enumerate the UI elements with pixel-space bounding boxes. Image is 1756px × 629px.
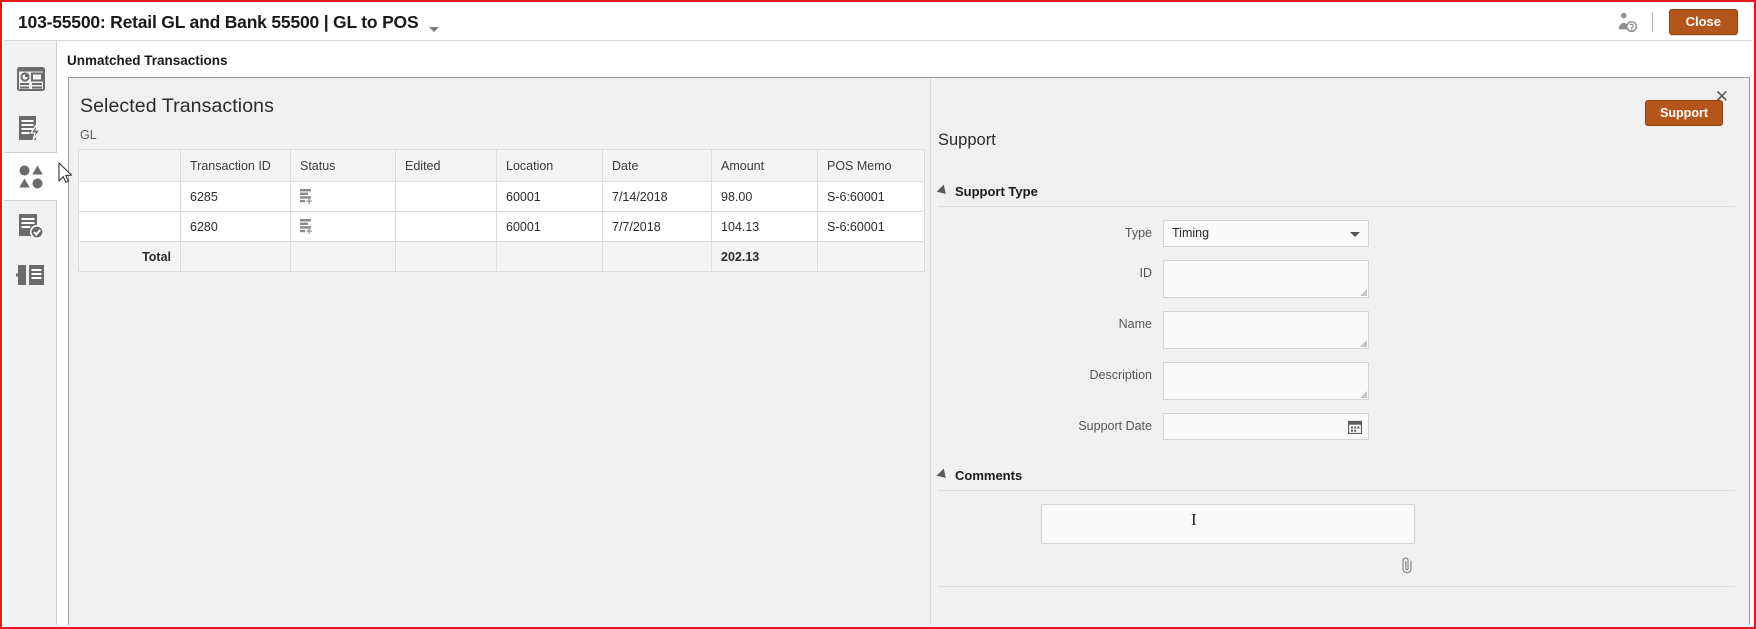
section-heading: Unmatched Transactions (67, 53, 228, 68)
table-row[interactable]: 6285 60001 7/14/2018 98.00 S-6:60001 (78, 181, 925, 212)
dashboard-icon (16, 66, 45, 91)
comments-toolbar (931, 557, 1415, 574)
selected-transactions-dialog: Selected Transactions GL Transaction ID … (68, 77, 1750, 625)
total-blank-status (290, 241, 396, 272)
total-blank-date (602, 241, 712, 272)
collapse-triangle-icon[interactable] (936, 184, 950, 197)
form-row-type: Type Timing (931, 220, 1749, 247)
table-row[interactable]: 6280 60001 7/7/2018 104.13 S-6:60001 (78, 211, 925, 242)
col-transaction-id[interactable]: Transaction ID (180, 149, 291, 182)
col-pos-memo[interactable]: POS Memo (817, 149, 925, 182)
list-detail-icon (15, 264, 44, 285)
description-label: Description (1089, 368, 1152, 382)
dialog-title: Selected Transactions (80, 95, 274, 117)
name-label: Name (1118, 317, 1152, 331)
transactions-table: Transaction ID Status Edited Location Da… (78, 149, 925, 272)
page-frame: 103-55500: Retail GL and Bank 55500 | GL… (0, 0, 1756, 629)
source-label: GL (80, 128, 97, 142)
cell-edited (395, 211, 497, 242)
sidebar-item-dashboard[interactable] (4, 54, 57, 103)
col-amount[interactable]: Amount (711, 149, 818, 182)
col-location[interactable]: Location (496, 149, 603, 182)
app-header: 103-55500: Retail GL and Bank 55500 | GL… (4, 4, 1752, 41)
id-label: ID (1139, 266, 1153, 280)
sidebar-rail (4, 41, 59, 625)
cell-select[interactable] (78, 181, 181, 212)
section-divider (938, 490, 1735, 491)
type-select-value: Timing (1172, 226, 1210, 240)
form-row-description: Description (931, 362, 1749, 400)
support-type-section-header[interactable]: Support Type (936, 184, 1749, 199)
form-row-name: Name (931, 311, 1749, 349)
type-label: Type (1124, 226, 1152, 240)
transactions-pane: Selected Transactions GL Transaction ID … (69, 78, 930, 625)
comments-section-label: Comments (955, 468, 1023, 483)
page-title: 103-55500: Retail GL and Bank 55500 | GL… (18, 11, 440, 33)
collapse-triangle-icon[interactable] (936, 468, 950, 481)
comments-divider (938, 586, 1735, 587)
support-button[interactable]: Support (1645, 100, 1723, 126)
total-blank-txid (180, 241, 291, 272)
support-date-label: Support Date (1078, 419, 1152, 433)
cell-transaction-id: 6280 (180, 211, 291, 242)
cell-date: 7/14/2018 (602, 181, 712, 212)
col-status[interactable]: Status (290, 149, 396, 182)
total-amount: 202.13 (711, 241, 818, 272)
total-blank-location (496, 241, 603, 272)
cell-status[interactable] (290, 181, 396, 212)
section-divider (938, 206, 1735, 207)
close-button[interactable]: Close (1668, 8, 1738, 36)
col-edited[interactable]: Edited (395, 149, 497, 182)
table-header-row: Transaction ID Status Edited Location Da… (78, 149, 925, 182)
sidebar-item-matching[interactable] (4, 152, 59, 201)
sidebar-item-actions[interactable] (4, 103, 57, 152)
type-select[interactable]: Timing (1163, 220, 1369, 247)
user-badge-icon[interactable] (1616, 11, 1638, 33)
transaction-status-icon (300, 218, 312, 234)
col-select[interactable] (78, 149, 181, 182)
cell-amount: 98.00 (711, 181, 818, 212)
paperclip-icon[interactable] (1400, 557, 1415, 574)
id-field[interactable] (1163, 260, 1369, 298)
shapes-match-icon (19, 165, 43, 188)
total-label: Total (78, 241, 181, 272)
sidebar-item-details[interactable] (4, 250, 57, 299)
cell-pos-memo: S-6:60001 (817, 211, 925, 242)
cell-status[interactable] (290, 211, 396, 242)
header-divider (1651, 11, 1653, 32)
cell-location: 60001 (496, 211, 603, 242)
header-actions: Close (1616, 8, 1752, 36)
name-field[interactable] (1163, 311, 1369, 349)
form-row-support-date: Support Date (931, 413, 1749, 440)
support-pane: ✕ Support Support Support Type Type Timi… (930, 78, 1749, 625)
cell-pos-memo: S-6:60001 (817, 181, 925, 212)
content-area: Unmatched Transactions Selected Transact… (57, 41, 1752, 625)
transaction-status-icon (300, 188, 312, 204)
support-date-field[interactable] (1163, 413, 1369, 440)
support-type-section-label: Support Type (955, 184, 1038, 199)
cell-location: 60001 (496, 181, 603, 212)
calendar-icon[interactable] (1348, 420, 1362, 434)
description-field[interactable] (1163, 362, 1369, 400)
text-cursor-icon: I (1191, 510, 1197, 529)
cell-select[interactable] (78, 211, 181, 242)
table-total-row: Total 202.13 (78, 241, 925, 272)
chevron-down-icon[interactable] (429, 26, 440, 32)
support-title: Support (938, 131, 996, 149)
chevron-down-icon[interactable] (1350, 232, 1360, 237)
page-title-text: 103-55500: Retail GL and Bank 55500 | GL… (18, 11, 419, 32)
comments-input[interactable]: I (1041, 504, 1415, 544)
cell-amount: 104.13 (711, 211, 818, 242)
document-action-icon (18, 115, 41, 140)
cell-edited (395, 181, 497, 212)
form-row-id: ID (931, 260, 1749, 298)
document-check-icon (18, 213, 44, 239)
sidebar-item-confirmed[interactable] (4, 201, 57, 250)
total-blank-edited (395, 241, 497, 272)
comments-section-header[interactable]: Comments (936, 468, 1749, 483)
total-blank-memo (817, 241, 925, 272)
col-date[interactable]: Date (602, 149, 712, 182)
cell-date: 7/7/2018 (602, 211, 712, 242)
cell-transaction-id: 6285 (180, 181, 291, 212)
